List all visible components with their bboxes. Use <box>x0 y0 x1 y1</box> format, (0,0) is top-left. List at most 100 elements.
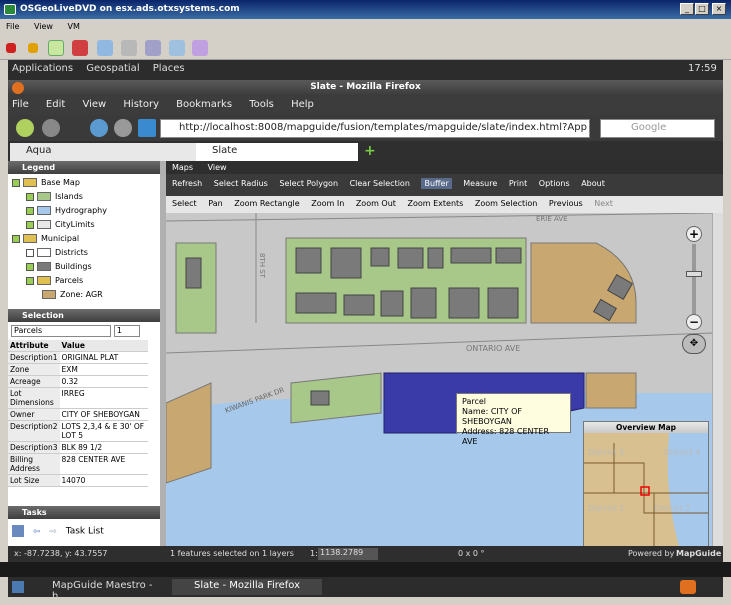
vm-window-title: OSGeoLiveDVD on esx.ads.otxsystems.com <box>0 0 731 19</box>
tab-slate[interactable]: Slate <box>196 143 358 161</box>
legend-item[interactable]: CityLimits <box>12 218 156 232</box>
zoom-slider-control[interactable]: + − ✥ <box>680 226 708 356</box>
task-list-button[interactable]: Task List <box>66 527 104 537</box>
settings-icon[interactable] <box>169 40 185 56</box>
zoom-in-tool[interactable]: Zoom In <box>311 199 344 208</box>
snapshot-restore-icon[interactable] <box>121 40 137 56</box>
reload-icon[interactable] <box>90 119 108 137</box>
measure-button[interactable]: Measure <box>463 179 497 188</box>
maximize-button[interactable]: □ <box>695 3 709 15</box>
building <box>295 247 322 274</box>
zoom-in-icon[interactable]: + <box>686 226 702 242</box>
pan-arrows-icon[interactable]: ✥ <box>682 334 706 354</box>
vm-statusbar <box>0 597 731 605</box>
firefox-icon <box>12 82 24 94</box>
task-forward-icon[interactable]: ⇨ <box>49 527 57 537</box>
pan-tool[interactable]: Pan <box>208 199 222 208</box>
about-button[interactable]: About <box>581 179 605 188</box>
zoom-selection-tool[interactable]: Zoom Selection <box>475 199 537 208</box>
zoom-slider-handle[interactable] <box>686 271 702 277</box>
clock[interactable]: 17:59 <box>688 63 717 74</box>
table-row: Acreage 0.32 <box>8 375 148 388</box>
task-back-icon[interactable]: ⇦ <box>33 527 41 537</box>
applications-menu[interactable]: Applications <box>12 63 73 74</box>
select-tool[interactable]: Select <box>172 199 197 208</box>
table-row: Zone EXM <box>8 363 148 376</box>
stop-load-icon[interactable] <box>114 119 132 137</box>
legend-item[interactable]: Districts <box>12 246 156 260</box>
view-menu[interactable]: View <box>208 163 227 172</box>
building <box>397 247 424 269</box>
geospatial-menu[interactable]: Geospatial <box>86 63 139 74</box>
legend-item[interactable]: Municipal <box>12 232 156 246</box>
overview-canvas[interactable]: District 5 District 4 District 1 Distric… <box>584 433 708 546</box>
legend-item[interactable]: Zone: AGR <box>12 288 156 302</box>
print-button[interactable]: Print <box>509 179 527 188</box>
maps-menu[interactable]: Maps <box>172 163 193 172</box>
pause-icon[interactable] <box>28 43 38 53</box>
tasks-header[interactable]: Tasks <box>8 506 160 519</box>
map-toolbar-commands: Refresh Select Radius Select Polygon Cle… <box>166 174 723 196</box>
vm-menu-view[interactable]: View <box>34 22 53 31</box>
zoom-out-icon[interactable]: − <box>686 314 702 330</box>
menu-help[interactable]: Help <box>291 99 314 110</box>
snapshot-manager-icon[interactable] <box>145 40 161 56</box>
options-button[interactable]: Options <box>539 179 570 188</box>
zoom-out-tool[interactable]: Zoom Out <box>356 199 396 208</box>
tab-aqua[interactable]: Aqua <box>10 143 196 161</box>
refresh-button[interactable]: Refresh <box>172 179 202 188</box>
back-icon[interactable] <box>16 119 34 137</box>
legend-header[interactable]: Legend <box>8 161 160 174</box>
clear-selection-button[interactable]: Clear Selection <box>350 179 410 188</box>
legend-item[interactable]: Base Map <box>12 176 156 190</box>
menu-view[interactable]: View <box>82 99 106 110</box>
menu-tools[interactable]: Tools <box>249 99 274 110</box>
home-icon[interactable] <box>138 119 156 137</box>
forward-icon[interactable] <box>42 119 60 137</box>
layer-select[interactable]: Parcels <box>11 325 111 337</box>
vm-menu-vm[interactable]: VM <box>67 22 79 31</box>
play-icon[interactable] <box>48 40 64 56</box>
stop-icon[interactable] <box>6 43 16 53</box>
select-radius-button[interactable]: Select Radius <box>214 179 268 188</box>
close-button[interactable]: × <box>712 3 726 15</box>
vm-menu-file[interactable]: File <box>6 22 19 31</box>
legend-item[interactable]: Buildings <box>12 260 156 274</box>
zoom-slider-track[interactable] <box>692 244 696 314</box>
legend-item[interactable]: Hydrography <box>12 204 156 218</box>
erie-ave-road <box>166 213 712 222</box>
menu-edit[interactable]: Edit <box>46 99 65 110</box>
overview-map[interactable]: Overview Map District 5 District 4 Distr… <box>583 421 709 547</box>
reset-icon[interactable] <box>72 40 88 56</box>
firefox-tray-icon[interactable] <box>680 580 696 594</box>
menu-history[interactable]: History <box>123 99 159 110</box>
places-menu[interactable]: Places <box>153 63 185 74</box>
firefox-menubar: File Edit View History Bookmarks Tools H… <box>8 96 723 115</box>
scale-input[interactable]: 1138.2789 <box>318 548 378 560</box>
taskbar-maestro[interactable]: MapGuide Maestro - h... <box>30 579 170 602</box>
search-input[interactable]: Google <box>600 119 715 138</box>
feature-index-select[interactable]: 1 <box>113 325 140 337</box>
snapshot-icon[interactable] <box>97 40 113 56</box>
new-tab-icon[interactable]: + <box>364 144 378 158</box>
previous-view-tool[interactable]: Previous <box>549 199 583 208</box>
console-icon[interactable] <box>192 40 208 56</box>
show-desktop-icon[interactable] <box>12 581 24 593</box>
task-home-icon[interactable] <box>12 525 24 537</box>
legend-item[interactable]: Islands <box>12 190 156 204</box>
map-scrollbar[interactable] <box>712 213 723 546</box>
selection-header[interactable]: Selection <box>8 309 160 322</box>
select-polygon-button[interactable]: Select Polygon <box>279 179 338 188</box>
table-row: Lot Dimensions IRREG <box>8 387 148 409</box>
url-bar[interactable]: http://localhost:8008/mapguide/fusion/te… <box>160 119 590 138</box>
next-view-tool[interactable]: Next <box>594 199 613 208</box>
minimize-button[interactable]: _ <box>680 3 694 15</box>
menu-bookmarks[interactable]: Bookmarks <box>176 99 232 110</box>
taskbar-firefox[interactable]: Slate - Mozilla Firefox <box>172 579 322 595</box>
menu-file[interactable]: File <box>12 99 29 110</box>
buffer-button[interactable]: Buffer <box>421 178 452 189</box>
zoom-extents-tool[interactable]: Zoom Extents <box>407 199 463 208</box>
zoom-rectangle-tool[interactable]: Zoom Rectangle <box>234 199 299 208</box>
overview-label: District 1 <box>588 504 624 513</box>
legend-item[interactable]: Parcels <box>12 274 156 288</box>
